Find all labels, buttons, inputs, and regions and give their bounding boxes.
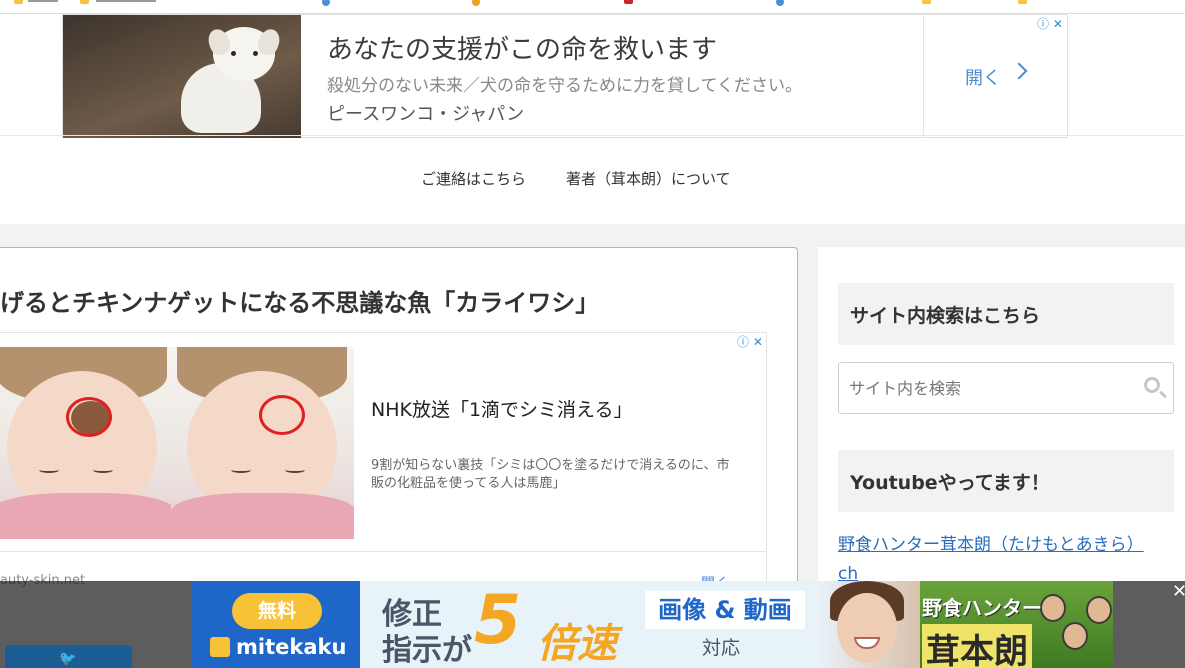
bookmark-site-icon[interactable]	[472, 0, 480, 6]
youtube-channel-link[interactable]: 野食ハンター茸本朗（たけもとあきら）	[838, 530, 1144, 555]
header-divider	[0, 135, 1185, 136]
inline-ad-title[interactable]: NHK放送「1滴でシミ消える」	[371, 395, 632, 422]
bookmark-label[interactable]	[96, 0, 156, 2]
hunter-face-icon[interactable]	[1086, 596, 1112, 624]
top-ad-description[interactable]: 殺処分のない未来／犬の命を守るために力を貸してください。	[327, 71, 802, 96]
bookmark-folder-icon[interactable]	[80, 0, 89, 4]
ad-photo-before[interactable]	[0, 347, 174, 539]
banner-line2[interactable]: 指示が	[382, 625, 472, 668]
page: あなたの支援がこの命を救います 殺処分のない未来／犬の命を守るために力を貸してく…	[0, 0, 1185, 668]
adchoices-icon[interactable]: ⓘ ✕	[737, 333, 763, 350]
banner-number[interactable]: 5	[474, 581, 521, 660]
banner-support[interactable]: 対応	[702, 633, 740, 660]
banner-speed[interactable]: 倍速	[537, 611, 617, 668]
close-icon[interactable]: ✕	[1172, 581, 1185, 602]
hunter-banner-title[interactable]: 野食ハンター	[922, 592, 1042, 621]
chevron-right-icon[interactable]	[1010, 62, 1028, 80]
hunter-face-icon[interactable]	[1062, 622, 1088, 650]
adchoices-icon[interactable]: ⓘ ✕	[1037, 15, 1063, 32]
bookmark-site-icon[interactable]	[322, 0, 330, 6]
bookmark-folder-icon[interactable]	[14, 0, 23, 4]
ad-photo-after[interactable]	[171, 347, 354, 539]
site-search-input[interactable]	[838, 362, 1174, 414]
twitter-icon[interactable]: 🐦	[59, 651, 76, 667]
banner-media-badge[interactable]: 画像 & 動画	[645, 591, 805, 629]
bookmarks-bar	[0, 0, 1185, 14]
top-ad-title[interactable]: あなたの支援がこの命を救います	[327, 29, 717, 66]
bookmark-site-icon[interactable]	[776, 0, 784, 6]
inline-ad-description[interactable]: 9割が知らない裏技「シミは〇〇を塗るだけで消えるのに、市販の化粧品を使ってる人は…	[371, 457, 741, 493]
inline-ad[interactable]: NHK放送「1滴でシミ消える」 9割が知らない裏技「シミは〇〇を塗るだけで消える…	[0, 332, 767, 592]
mitekaku-logo-icon[interactable]	[210, 637, 230, 657]
inline-ad-divider	[0, 551, 766, 552]
youtube-heading: Youtubeやってます！	[838, 450, 1174, 512]
search-icon[interactable]	[1144, 377, 1160, 393]
bookmark-folder-icon[interactable]	[922, 0, 931, 4]
bookmark-label[interactable]	[28, 0, 58, 2]
article-title: げるとチキンナゲットになる不思議な魚「カライワシ」	[0, 289, 600, 317]
top-ad-open-button[interactable]: 開く	[965, 64, 1001, 90]
nav-contact-link[interactable]: ご連絡はこちら	[421, 168, 526, 189]
top-ad-sponsor[interactable]: ピースワンコ・ジャパン	[327, 100, 524, 126]
top-ad-divider	[923, 15, 924, 138]
nav-about-link[interactable]: 著者（茸本朗）について	[566, 168, 731, 189]
free-badge[interactable]: 無料	[232, 593, 322, 629]
mitekaku-logo[interactable]: mitekaku	[236, 635, 346, 659]
bookmark-folder-icon[interactable]	[1018, 0, 1027, 4]
hunter-banner-name[interactable]: 茸本朗	[922, 624, 1032, 668]
puppy-image[interactable]	[63, 15, 301, 138]
bookmark-site-icon[interactable]	[624, 0, 633, 4]
search-heading: サイト内検索はこちら	[838, 283, 1174, 345]
top-ad[interactable]: あなたの支援がこの命を救います 殺処分のない未来／犬の命を守るために力を貸してく…	[62, 14, 1068, 138]
site-header: あなたの支援がこの命を救います 殺処分のない未来／犬の命を守るために力を貸してく…	[0, 14, 1185, 224]
hunter-face-icon[interactable]	[1040, 594, 1066, 622]
